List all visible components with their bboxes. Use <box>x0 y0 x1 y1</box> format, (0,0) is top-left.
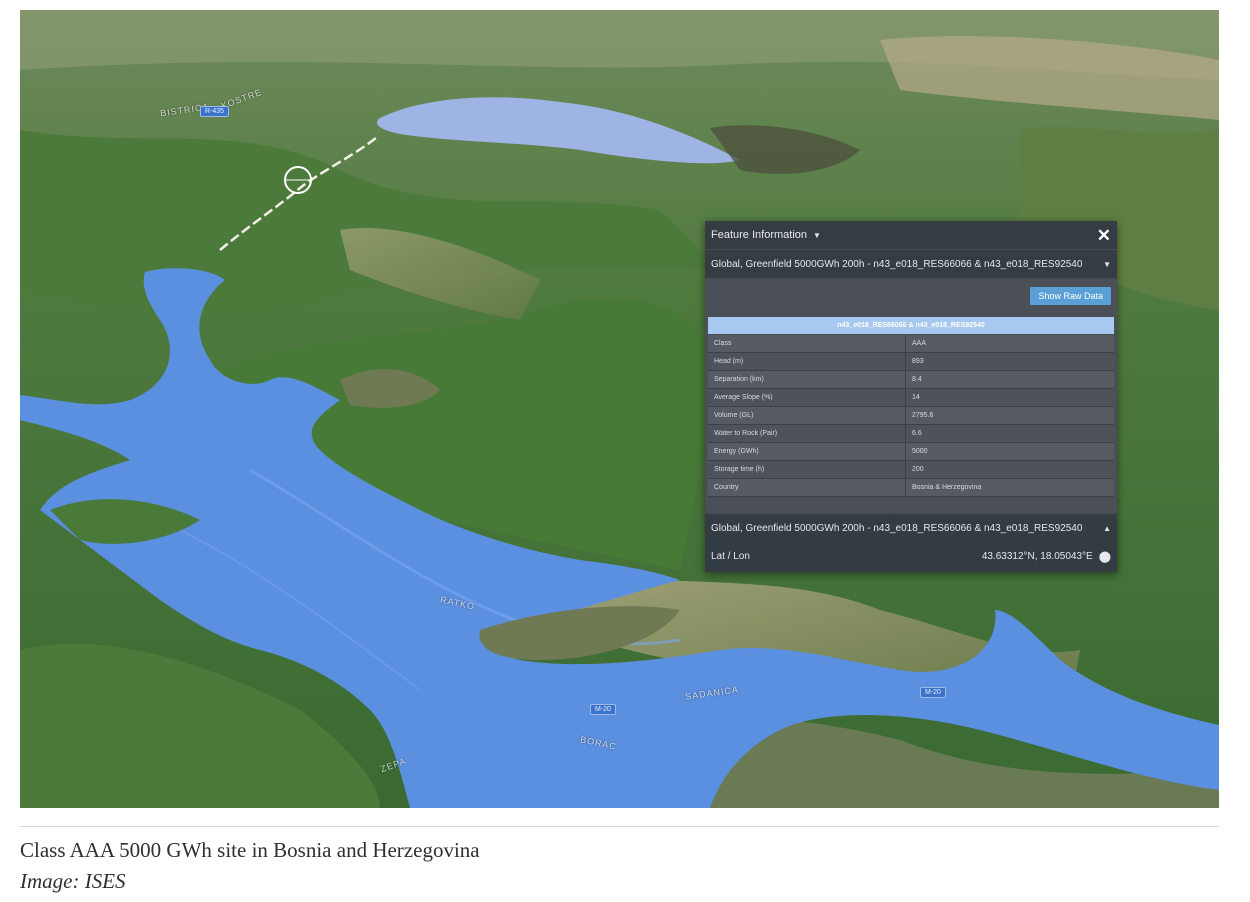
table-row: Volume (GL) 2795.6 <box>708 406 1114 425</box>
feature-detail-body: Show Raw Data n43_e018_RES66066 & n43_e0… <box>705 279 1117 513</box>
table-row: Class AAA <box>708 335 1114 353</box>
lat-lon-row: Lat / Lon 43.63312°N, 18.05043°E ⬤ <box>705 542 1117 570</box>
image-credit: Image: ISES <box>20 869 126 893</box>
attribute-key: Water to Rock (Pair) <box>708 424 906 443</box>
attribute-key: Head (m) <box>708 352 906 371</box>
feature-select-label: Global, Greenfield 5000GWh 200h - n43_e0… <box>711 522 1083 534</box>
attribute-key: Storage time (h) <box>708 460 906 479</box>
attribute-key: Volume (GL) <box>708 406 906 425</box>
image-caption: Class AAA 5000 GWh site in Bosnia and He… <box>20 838 480 862</box>
chevron-down-icon: ▼ <box>1103 259 1111 269</box>
panel-header: Feature Information ▼ ✕ <box>705 221 1117 250</box>
road-badge: M-20 <box>920 687 946 698</box>
panel-title: Feature Information <box>711 229 807 241</box>
feature-information-panel: Feature Information ▼ ✕ Global, Greenfie… <box>705 221 1117 572</box>
feature-select-secondary[interactable]: Global, Greenfield 5000GWh 200h - n43_e0… <box>705 513 1117 542</box>
show-raw-data-button[interactable]: Show Raw Data <box>1030 287 1111 305</box>
lat-lon-value: 43.63312°N, 18.05043°E <box>981 550 1093 562</box>
feature-select-label: Global, Greenfield 5000GWh 200h - n43_e0… <box>711 258 1083 270</box>
lat-lon-label: Lat / Lon <box>711 550 750 562</box>
attribute-value: 893 <box>905 352 1114 371</box>
caption-divider <box>20 826 1219 827</box>
chevron-up-icon: ▲ <box>1103 523 1111 533</box>
attribute-value: 200 <box>905 460 1114 479</box>
table-row: Head (m) 893 <box>708 352 1114 371</box>
table-row: Storage time (h) 200 <box>708 460 1114 479</box>
table-row: Separation (km) 8.4 <box>708 370 1114 389</box>
terrain-map-view[interactable]: RATKO SADANICA KOSTRE BORAC ZEPA BISTRIC… <box>20 10 1219 808</box>
attribute-table: Class AAA Head (m) 893 Separation (km) 8.4 Ave… <box>708 335 1114 497</box>
attribute-value: Bosnia & Herzegovina <box>905 478 1114 497</box>
attribute-key: Average Slope (%) <box>708 388 906 407</box>
attribute-key: Class <box>708 335 906 353</box>
attribute-value: 8.4 <box>905 370 1114 389</box>
table-title: n43_e018_RES66066 & n43_e018_RES92540 <box>708 317 1114 334</box>
table-row: Energy (GWh) 5000 <box>708 442 1114 461</box>
attribute-key: Energy (GWh) <box>708 442 906 461</box>
close-icon[interactable]: ✕ <box>1097 227 1111 244</box>
road-badge: R-435 <box>200 106 230 117</box>
attribute-key: Country <box>708 478 906 497</box>
attribute-value: 6.6 <box>905 424 1114 443</box>
table-row: Country Bosnia & Herzegovina <box>708 478 1114 497</box>
feature-select[interactable]: Global, Greenfield 5000GWh 200h - n43_e0… <box>705 250 1117 279</box>
chevron-down-icon[interactable]: ▼ <box>813 231 821 240</box>
location-pin-icon[interactable]: ⬤ <box>1099 550 1111 563</box>
table-row: Water to Rock (Pair) 6.6 <box>708 424 1114 443</box>
attribute-key: Separation (km) <box>708 370 906 389</box>
attribute-value: AAA <box>905 335 1114 353</box>
road-badge: M-20 <box>590 704 616 715</box>
table-row: Average Slope (%) 14 <box>708 388 1114 407</box>
attribute-value: 2795.6 <box>905 406 1114 425</box>
attribute-value: 5000 <box>905 442 1114 461</box>
attribute-value: 14 <box>905 388 1114 407</box>
